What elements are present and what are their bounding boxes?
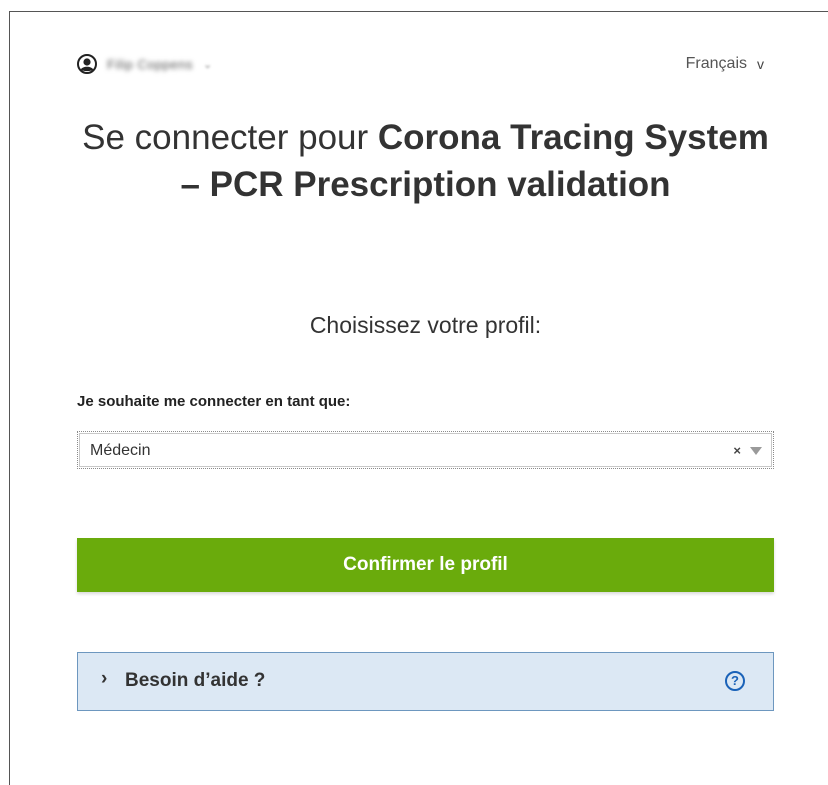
profile-field-label: Je souhaite me connecter en tant que:: [77, 393, 351, 410]
chevron-down-icon: ⌄: [203, 58, 213, 71]
clear-icon[interactable]: ×: [733, 443, 741, 458]
help-label: Besoin d’aide ?: [125, 670, 266, 691]
profile-select[interactable]: Médecin ×: [77, 431, 774, 469]
help-icon[interactable]: ?: [725, 671, 745, 691]
user-name: Filip Coppens: [107, 56, 193, 72]
language-selector[interactable]: Français v: [686, 55, 764, 73]
profile-select-value: Médecin: [90, 442, 151, 459]
dropdown-arrow-icon[interactable]: [750, 447, 762, 455]
profile-heading: Choisissez votre profil:: [309, 312, 542, 338]
help-panel[interactable]: › Besoin d’aide ? ?: [77, 652, 774, 711]
chevron-right-icon: ›: [101, 668, 108, 689]
top-bar: Filip Coppens ⌄ Français v: [77, 54, 774, 74]
confirm-profile-button[interactable]: Confirmer le profil: [77, 538, 774, 592]
language-caret-icon: v: [757, 56, 764, 72]
language-label: Français: [685, 55, 747, 72]
user-circle-icon: [77, 54, 97, 74]
user-menu[interactable]: Filip Coppens ⌄: [77, 54, 212, 74]
title-prefix: Se connecter pour: [82, 118, 378, 157]
page-title: Se connecter pour Corona Tracing System …: [77, 114, 774, 208]
